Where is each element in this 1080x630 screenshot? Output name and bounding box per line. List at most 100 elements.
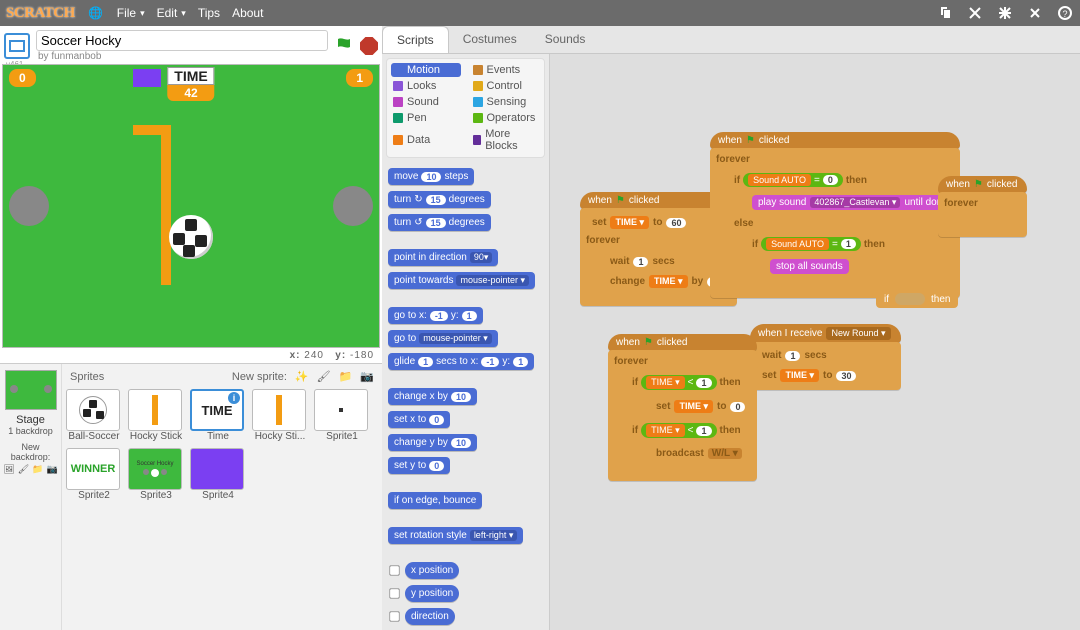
- help-icon[interactable]: ?: [1056, 4, 1074, 22]
- block-palette: Motion Events Looks Control Sound Sensin…: [382, 54, 550, 630]
- category-data[interactable]: Data: [391, 127, 461, 153]
- green-flag-button[interactable]: [334, 36, 354, 56]
- svg-text:?: ?: [1062, 9, 1067, 19]
- backdrop-library-icon[interactable]: 🖼: [3, 464, 14, 475]
- block-list: move10steps turn↻15degrees turn↺15degree…: [386, 166, 545, 627]
- menu-about[interactable]: About: [232, 6, 263, 20]
- block-set-x[interactable]: set x to0: [388, 411, 450, 428]
- project-author: by funmanbob: [36, 51, 328, 62]
- stage-thumbnail[interactable]: [5, 370, 57, 410]
- block-rotation-style[interactable]: set rotation styleleft-right ▾: [388, 527, 523, 544]
- block-change-y[interactable]: change y by10: [388, 434, 477, 451]
- block-point-direction[interactable]: point in direction90▾: [388, 249, 498, 266]
- presentation-mode-button[interactable]: v461: [4, 33, 30, 59]
- tab-sounds[interactable]: Sounds: [531, 26, 600, 53]
- project-title-input[interactable]: [36, 30, 328, 51]
- block-goto[interactable]: go tomouse-pointer ▾: [388, 330, 498, 347]
- reporter-dir-checkbox[interactable]: [389, 611, 399, 621]
- sprite-grid: Ball-Soccer Hocky Stick i TIME Time: [66, 389, 378, 501]
- category-more[interactable]: More Blocks: [471, 127, 541, 153]
- category-motion[interactable]: Motion: [391, 63, 461, 77]
- sprite-purple-square: [133, 69, 161, 87]
- block-change-x[interactable]: change x by10: [388, 388, 477, 405]
- tab-scripts[interactable]: Scripts: [382, 26, 449, 53]
- reporter-x-checkbox[interactable]: [389, 565, 399, 575]
- script-canvas[interactable]: when⚑clicked setTIME ▾to60 forever wait1…: [550, 54, 1080, 630]
- delete-icon[interactable]: [966, 4, 984, 22]
- scratch-logo[interactable]: SCRATCH: [6, 5, 75, 22]
- script-stack-time-check[interactable]: when⚑clicked forever ifTIME ▾<1then setT…: [608, 334, 757, 481]
- script-stack-sound[interactable]: when⚑clicked forever ifSound AUTO=0then …: [710, 132, 960, 298]
- sprite-paint-icon[interactable]: 🖌: [317, 370, 331, 383]
- stop-button[interactable]: [360, 37, 378, 55]
- stage-header: v461 by funmanbob: [0, 26, 382, 64]
- menu-tips[interactable]: Tips: [198, 6, 220, 20]
- reporter-x-position[interactable]: x position: [405, 562, 459, 579]
- category-pen[interactable]: Pen: [391, 111, 461, 125]
- block-turn-cw[interactable]: turn↻15degrees: [388, 191, 491, 208]
- script-lone-if[interactable]: ifthen: [876, 290, 958, 308]
- new-backdrop-label: New backdrop:: [2, 442, 59, 462]
- sprite-item[interactable]: Sprite4: [190, 448, 246, 501]
- sprite-label: Hocky Sti...: [252, 431, 308, 442]
- sprites-panel: Stage 1 backdrop New backdrop: 🖼 🖌 📁 📷 S…: [0, 363, 382, 630]
- menu-file[interactable]: File: [117, 6, 145, 20]
- sprite-info-icon[interactable]: i: [228, 392, 240, 404]
- sprite-library-icon[interactable]: ✨: [295, 370, 309, 383]
- sprites-header: Sprites: [70, 371, 104, 383]
- green-flag-icon: ⚑: [746, 135, 755, 146]
- time-value: 42: [167, 85, 214, 101]
- reporter-y-position[interactable]: y position: [405, 585, 459, 602]
- sprite-item[interactable]: Ball-Soccer: [66, 389, 122, 442]
- sprite-item[interactable]: Sprite1: [314, 389, 370, 442]
- left-column: v461 by funmanbob 0 1 TIME 42: [0, 26, 382, 630]
- backdrop-paint-icon[interactable]: 🖌: [18, 464, 29, 475]
- duplicate-icon[interactable]: [936, 4, 954, 22]
- sprite-label: Sprite3: [128, 490, 184, 501]
- reporter-direction[interactable]: direction: [405, 608, 455, 625]
- grow-icon[interactable]: [996, 4, 1014, 22]
- backdrop-camera-icon[interactable]: 📷: [46, 464, 57, 475]
- sprite-upload-icon[interactable]: 📁: [339, 370, 353, 383]
- sprite-camera-icon[interactable]: 📷: [360, 370, 374, 383]
- sprite-label: Time: [190, 431, 246, 442]
- category-events[interactable]: Events: [471, 63, 541, 77]
- sprite-item[interactable]: WINNER Sprite2: [66, 448, 122, 501]
- shrink-icon[interactable]: [1026, 4, 1044, 22]
- stage-label: Stage: [2, 414, 59, 426]
- soccer-ball: [169, 215, 213, 259]
- sprite-item-selected[interactable]: i TIME Time: [190, 389, 246, 442]
- category-looks[interactable]: Looks: [391, 79, 461, 93]
- menubar: SCRATCH 🌐 File Edit Tips About ?: [0, 0, 1080, 26]
- globe-icon[interactable]: 🌐: [87, 4, 105, 22]
- sprite-label: Sprite1: [314, 431, 370, 442]
- stage-column[interactable]: Stage 1 backdrop New backdrop: 🖼 🖌 📁 📷: [0, 364, 62, 630]
- block-set-y[interactable]: set y to0: [388, 457, 450, 474]
- category-sound[interactable]: Sound: [391, 95, 461, 109]
- category-grid: Motion Events Looks Control Sound Sensin…: [386, 58, 545, 158]
- sprite-item[interactable]: Hocky Stick: [128, 389, 184, 442]
- category-control[interactable]: Control: [471, 79, 541, 93]
- block-point-towards[interactable]: point towardsmouse-pointer ▾: [388, 272, 535, 289]
- block-glide[interactable]: glide1secs to x:-1y:1: [388, 353, 534, 370]
- script-stack-empty-forever[interactable]: when⚑clicked forever: [938, 176, 1027, 237]
- block-turn-ccw[interactable]: turn↺15degrees: [388, 214, 491, 231]
- sprite-label: Sprite2: [66, 490, 122, 501]
- time-label: TIME: [167, 67, 214, 85]
- menu-edit[interactable]: Edit: [157, 6, 186, 20]
- script-stack-newround[interactable]: when I receiveNew Round ▾ wait1secs setT…: [750, 324, 901, 390]
- block-move-steps[interactable]: move10steps: [388, 168, 474, 185]
- block-goto-xy[interactable]: go to x:-1y:1: [388, 307, 483, 324]
- sprite-label: Sprite4: [190, 490, 246, 501]
- tab-costumes[interactable]: Costumes: [449, 26, 531, 53]
- sprite-item[interactable]: Soccer Hocky Sprite3: [128, 448, 184, 501]
- block-bounce[interactable]: if on edge, bounce: [388, 492, 482, 509]
- backdrop-upload-icon[interactable]: 📁: [32, 464, 43, 475]
- reporter-y-checkbox[interactable]: [389, 588, 399, 598]
- stage[interactable]: 0 1 TIME 42: [2, 64, 380, 348]
- sprite-item[interactable]: Hocky Sti...: [252, 389, 308, 442]
- mouse-coords: x: 240 y: -180: [0, 348, 382, 363]
- category-operators[interactable]: Operators: [471, 111, 541, 125]
- hockey-stick: [161, 125, 171, 285]
- category-sensing[interactable]: Sensing: [471, 95, 541, 109]
